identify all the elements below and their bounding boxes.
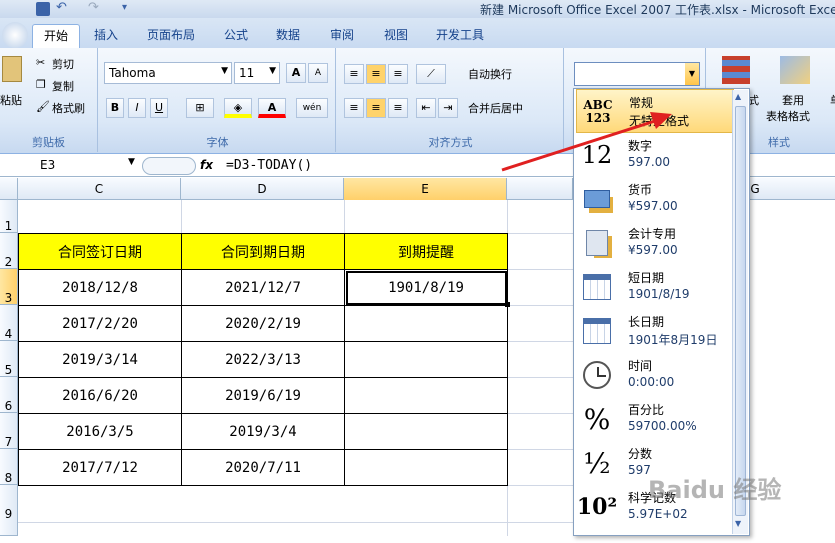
- annotation-arrow: [501, 112, 672, 172]
- watermark: Baidu 经验: [648, 476, 782, 504]
